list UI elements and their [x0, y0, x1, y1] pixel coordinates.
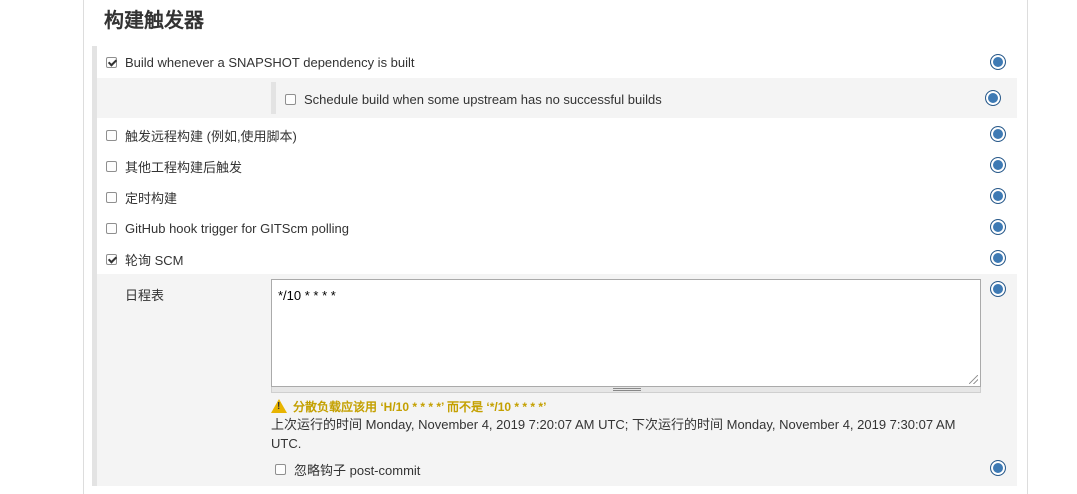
- trigger-snapshot-label[interactable]: Build whenever a SNAPSHOT dependency is …: [125, 55, 415, 70]
- ignore-hooks-label[interactable]: 忽略钩子 post-commit: [294, 460, 420, 479]
- trigger-upstream-label[interactable]: Schedule build when some upstream has no…: [304, 92, 662, 107]
- help-icon[interactable]: ?: [985, 90, 1001, 106]
- trigger-remote-label[interactable]: 触发远程构建 (例如,使用脚本): [125, 126, 297, 145]
- help-icon[interactable]: ?: [990, 281, 1006, 297]
- resize-grip-icon[interactable]: [969, 375, 978, 384]
- help-icon[interactable]: ?: [990, 250, 1006, 266]
- help-icon[interactable]: ?: [990, 188, 1006, 204]
- trigger-snapshot-row: Build whenever a SNAPSHOT dependency is …: [106, 52, 415, 72]
- ignore-hooks-row: 忽略钩子 post-commit: [275, 459, 420, 479]
- ignore-hooks-checkbox[interactable]: [275, 463, 286, 475]
- trigger-after-other-row: 其他工程构建后触发: [106, 156, 242, 176]
- trigger-github-checkbox[interactable]: [106, 222, 117, 234]
- trigger-timer-checkbox[interactable]: [106, 191, 117, 203]
- trigger-after-other-label[interactable]: 其他工程构建后触发: [125, 157, 242, 176]
- trigger-remote-row: 触发远程构建 (例如,使用脚本): [106, 125, 297, 145]
- trigger-timer-row: 定时构建: [106, 187, 177, 207]
- resize-handle-icon[interactable]: [613, 388, 641, 391]
- trigger-poll-scm-label[interactable]: 轮询 SCM: [125, 250, 184, 269]
- textarea-resize-bar[interactable]: [271, 387, 981, 393]
- trigger-snapshot-checkbox[interactable]: [106, 56, 117, 68]
- schedule-info: 上次运行的时间 Monday, November 4, 2019 7:20:07…: [271, 417, 956, 451]
- trigger-github-row: GitHub hook trigger for GITScm polling: [106, 218, 349, 238]
- trigger-upstream-row: Schedule build when some upstream has no…: [285, 89, 662, 109]
- warning-icon: [271, 399, 287, 413]
- schedule-warning: 分散负载应该用 ‘H/10 * * * *’ 而不是 ‘*/10 * * * *…: [271, 398, 546, 414]
- help-icon[interactable]: ?: [990, 126, 1006, 142]
- schedule-value: */10 * * * *: [278, 288, 336, 303]
- schedule-textarea[interactable]: */10 * * * *: [271, 279, 981, 387]
- trigger-poll-scm-checkbox[interactable]: [106, 253, 117, 265]
- upstream-sub-bar: [271, 82, 276, 114]
- schedule-warning-text: 分散负载应该用 ‘H/10 * * * *’ 而不是 ‘*/10 * * * *…: [293, 399, 547, 414]
- help-icon[interactable]: ?: [990, 54, 1006, 70]
- trigger-poll-scm-row: 轮询 SCM: [106, 249, 184, 269]
- help-icon[interactable]: ?: [990, 157, 1006, 173]
- section-title: 构建触发器: [104, 8, 204, 32]
- trigger-github-label[interactable]: GitHub hook trigger for GITScm polling: [125, 221, 349, 236]
- trigger-remote-checkbox[interactable]: [106, 129, 117, 141]
- help-icon[interactable]: ?: [990, 460, 1006, 476]
- schedule-label: 日程表: [125, 288, 165, 303]
- trigger-after-other-checkbox[interactable]: [106, 160, 117, 172]
- trigger-upstream-checkbox[interactable]: [285, 93, 296, 105]
- help-icon[interactable]: ?: [990, 219, 1006, 235]
- trigger-timer-label[interactable]: 定时构建: [125, 188, 177, 207]
